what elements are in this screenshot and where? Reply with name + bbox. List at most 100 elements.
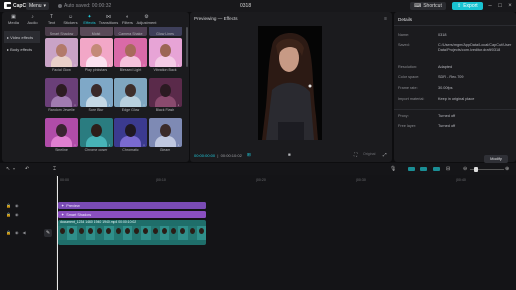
maximize-icon[interactable]: □ xyxy=(496,2,504,10)
download-icon[interactable]: ↓ xyxy=(177,103,181,107)
align-icon[interactable]: ⊟ xyxy=(446,166,450,172)
effect-item[interactable]: ↓ Edge Glow xyxy=(114,78,147,113)
effect-item[interactable]: ↓ Chromatic xyxy=(114,118,147,153)
eye-icon[interactable]: ◉ xyxy=(15,230,19,235)
tab-label: Filters xyxy=(122,19,133,25)
effect-label: Black Flash xyxy=(155,108,175,112)
microphone-icon[interactable]: 🎙 xyxy=(390,166,396,172)
sparkle-icon: ✦ xyxy=(61,204,65,208)
lock-icon[interactable]: 🔒 xyxy=(6,230,11,235)
effect-thumb-partial[interactable]: Moist xyxy=(79,27,113,36)
magnet-toggle-icon[interactable] xyxy=(420,167,427,171)
download-icon[interactable]: ↓ xyxy=(108,63,112,67)
effect-item[interactable]: ↓ Play pinkstars xyxy=(79,38,113,73)
effect-item[interactable]: ↓ Black Flash xyxy=(148,78,182,113)
thumbnail-figure-body xyxy=(85,96,107,107)
effect-label: Edge Glow xyxy=(121,108,140,112)
timeline-ruler[interactable]: 00:00 |00:10 |00:20 |00:30 |00:40 xyxy=(58,176,516,184)
fullscreen-icon[interactable]: ⤢ xyxy=(383,152,387,157)
tab-adjustment[interactable]: ⚙ Adjustment xyxy=(137,13,157,26)
lock-icon[interactable]: 🔒 xyxy=(6,203,11,208)
effect-thumb-partial[interactable]: Smart Shadow xyxy=(45,27,78,36)
ruler-tick: 00:00 xyxy=(60,178,69,182)
tab-audio[interactable]: ♪ Audio xyxy=(23,13,42,26)
video-preview[interactable] xyxy=(258,26,322,140)
effect-item[interactable]: ↓ Blessed Light xyxy=(114,38,147,73)
tab-filters[interactable]: ◐ Filters xyxy=(118,13,137,26)
effect-clip-smart-shadow[interactable]: ✦ Smart Shadow xyxy=(58,211,206,218)
shortcut-button[interactable]: ⌨ Shortcut xyxy=(410,2,446,10)
clip-frame xyxy=(141,226,151,240)
detail-key: Import material: xyxy=(398,97,425,101)
effect-item[interactable]: ↓ Gleam xyxy=(148,118,182,153)
minimize-icon[interactable]: – xyxy=(486,2,494,10)
download-icon[interactable]: ↓ xyxy=(142,63,146,67)
undo-icon[interactable]: ↶ xyxy=(25,166,29,172)
export-label: Export xyxy=(463,3,478,9)
download-icon[interactable]: ↓ xyxy=(108,143,112,147)
effect-label: Camera Shake xyxy=(118,32,143,36)
effect-item[interactable]: ↓ Chrome ooser xyxy=(79,118,113,153)
clip-frame xyxy=(178,226,188,240)
eye-icon[interactable]: ◉ xyxy=(15,212,19,217)
download-icon[interactable]: ↓ xyxy=(142,103,146,107)
effects-scrollbar[interactable] xyxy=(186,27,188,67)
grid-overlay-icon[interactable]: ⊞ xyxy=(247,152,251,158)
detail-key: Color space: xyxy=(398,75,420,79)
effect-clip-preview[interactable]: ✦ Preview xyxy=(58,202,206,209)
close-icon[interactable]: × xyxy=(506,2,514,10)
cover-icon[interactable]: ✎ xyxy=(44,229,52,237)
download-icon[interactable]: ↓ xyxy=(142,143,146,147)
tab-text[interactable]: T Text xyxy=(42,13,61,26)
effects-grid: ↓ Facial Glow ↓ Play pinkstars ↓ Blessed Ligh… xyxy=(45,38,185,153)
thumbnail-figure-head xyxy=(125,124,136,137)
tab-stickers[interactable]: ☺ Stickers xyxy=(61,13,80,26)
zoom-slider-handle[interactable] xyxy=(474,167,478,172)
download-icon[interactable]: ↓ xyxy=(177,63,181,67)
sidebar-item-video-effects[interactable]: ▸ Video effects xyxy=(4,31,40,43)
tab-transitions[interactable]: ⋈ Transitions xyxy=(99,13,118,26)
select-cursor-icon[interactable]: ↖ xyxy=(6,166,10,172)
clip-frame-figure xyxy=(180,228,186,234)
clip-frame xyxy=(132,226,142,240)
menu-button[interactable]: Menu ▾ xyxy=(26,2,50,10)
export-button[interactable]: ⇪ Export xyxy=(452,2,483,10)
tab-label: Effects xyxy=(83,19,96,25)
crop-icon[interactable]: ⛶ xyxy=(354,152,357,157)
sidebar-item-body-effects[interactable]: ▸ Body effects xyxy=(4,43,40,55)
ratio-selector[interactable]: Original xyxy=(363,152,375,156)
download-icon[interactable]: ↓ xyxy=(73,103,77,107)
effect-item[interactable]: ↓ Facial Glow xyxy=(45,38,78,73)
effect-label: Play pinkstars xyxy=(84,68,108,72)
effect-thumb-partial[interactable]: Glow Lines xyxy=(148,27,182,36)
effect-item[interactable]: ↓ Sore Blur xyxy=(79,78,113,113)
chevron-down-icon[interactable]: ▾ xyxy=(13,166,15,171)
zoom-out-icon[interactable]: ⊖ xyxy=(463,166,467,172)
tab-media[interactable]: ▣ Media xyxy=(4,13,23,26)
tab-effects[interactable]: ✦ Effects xyxy=(80,13,99,26)
modify-button[interactable]: Modify xyxy=(484,155,508,163)
effect-item[interactable]: ↓ Random Jewelie xyxy=(45,78,78,113)
link-toggle-icon[interactable] xyxy=(408,167,415,171)
split-icon[interactable]: ⌶ xyxy=(53,166,56,172)
lock-icon[interactable]: 🔒 xyxy=(6,212,11,217)
detail-row-saved: Saved: C:/Users/mgm/AppData/Local/CapCut/… xyxy=(398,43,516,53)
eye-icon[interactable]: ◉ xyxy=(15,203,19,208)
playhead[interactable] xyxy=(57,176,58,290)
menu-icon[interactable]: ≡ xyxy=(384,16,387,22)
autosave-status: Auto saved: 00:00:32 xyxy=(58,3,111,9)
asset-toolbar: ▣ Media ♪ Audio T Text ☺ Stickers ✦ Effects ⋈… xyxy=(4,13,188,26)
speaker-icon[interactable]: ◀ xyxy=(22,230,25,235)
snap-toggle-icon[interactable] xyxy=(433,167,440,171)
zoom-in-icon[interactable]: ⊕ xyxy=(505,166,509,172)
download-icon[interactable]: ↓ xyxy=(73,143,77,147)
effect-item[interactable]: ↓ Vibration Back xyxy=(148,38,182,73)
download-icon[interactable]: ↓ xyxy=(73,63,77,67)
download-icon[interactable]: ↓ xyxy=(177,143,181,147)
effect-thumb-partial[interactable]: Camera Shake xyxy=(114,27,147,36)
stop-icon[interactable]: ■ xyxy=(288,152,291,157)
detail-value: SDR - Rec.709 xyxy=(438,75,464,79)
effect-item[interactable]: ↓ Sineline xyxy=(45,118,78,153)
main-video-clip[interactable]: document_1234 1460 1940 1940.mp4 00:00:1… xyxy=(58,220,206,245)
download-icon[interactable]: ↓ xyxy=(108,103,112,107)
